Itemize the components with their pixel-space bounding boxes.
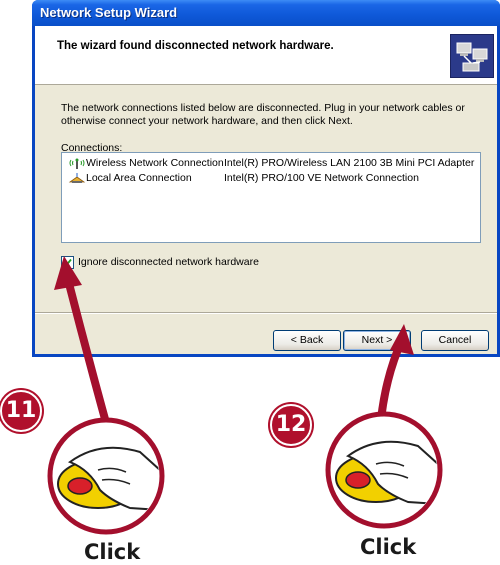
step-11-badge: 11: [0, 390, 42, 432]
click-label: Click: [360, 535, 417, 559]
arrow-to-checkbox: [54, 256, 112, 432]
click-label: Click: [84, 540, 141, 564]
mouse-click-icon: [47, 417, 165, 535]
step-12-badge: 12: [270, 404, 312, 446]
annotation-overlay: [47, 256, 443, 535]
mouse-click-icon: [325, 411, 443, 529]
